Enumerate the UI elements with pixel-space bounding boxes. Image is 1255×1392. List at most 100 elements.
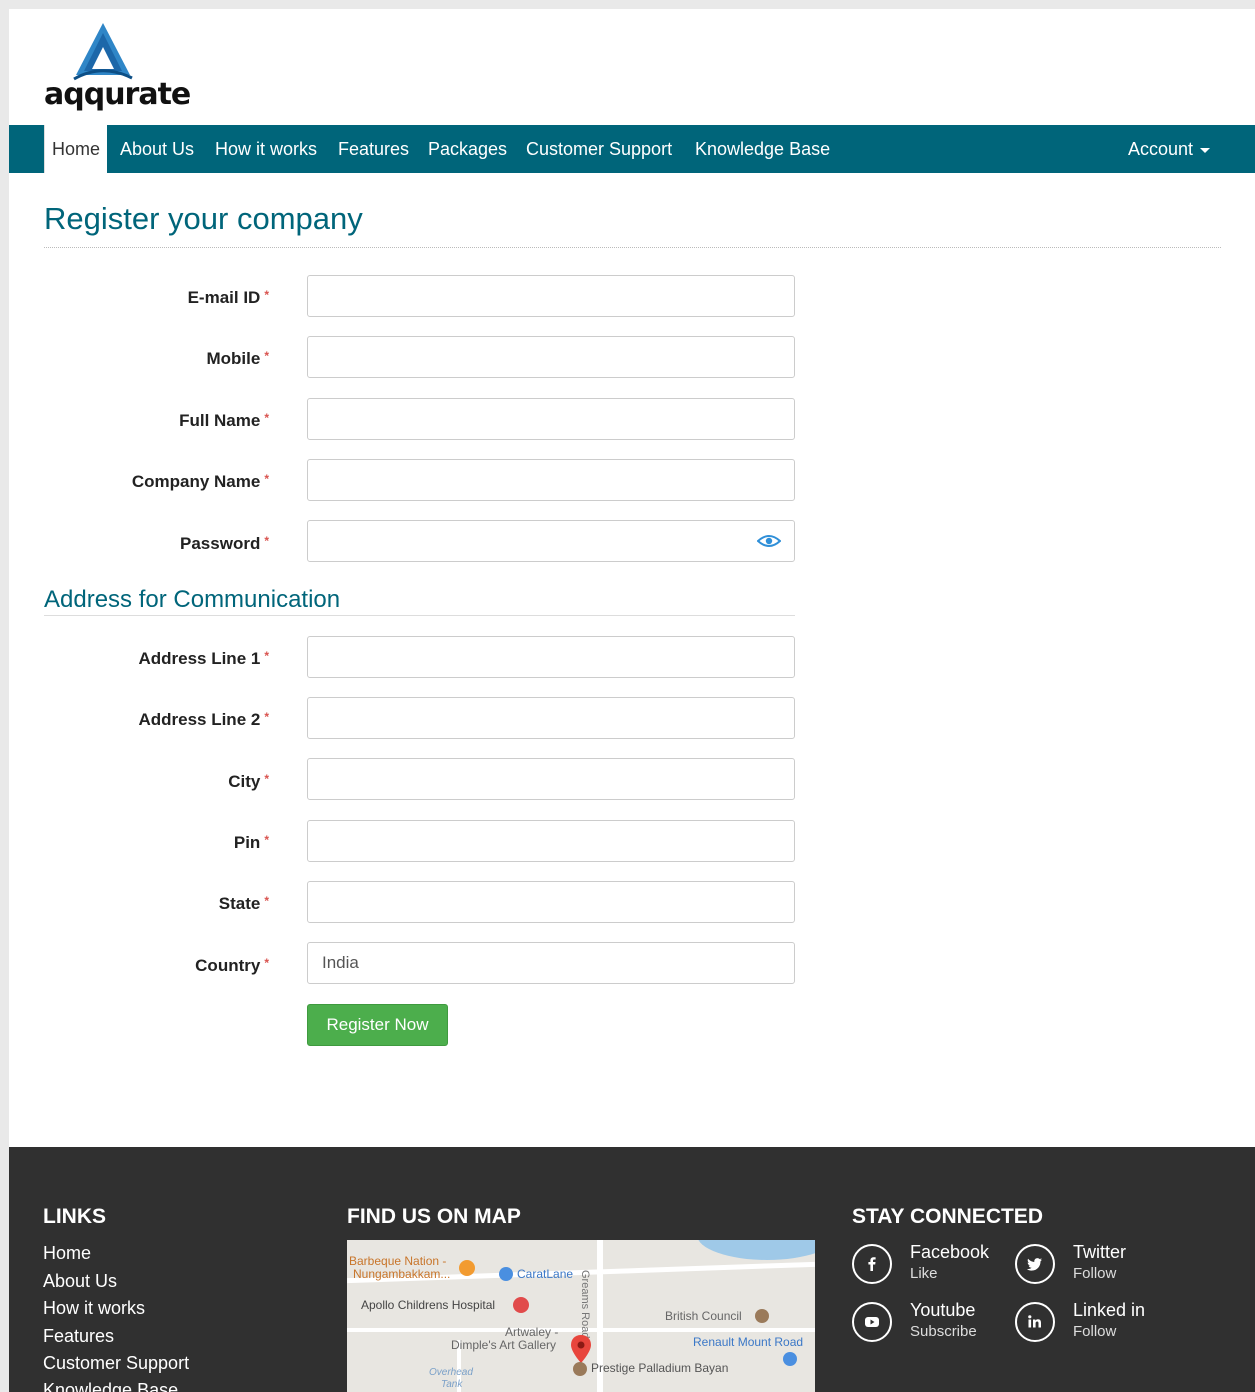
country-input[interactable] [307, 942, 795, 984]
linkedin-icon [1015, 1302, 1055, 1342]
nav-home[interactable]: Home [44, 125, 108, 173]
address-line-2-label: Address Line 2 * [44, 710, 269, 730]
footer-link-features[interactable]: Features [43, 1326, 114, 1347]
twitter-action: Follow [1073, 1265, 1117, 1282]
map-label: British Council [665, 1309, 742, 1323]
required-mark: * [264, 833, 269, 847]
map-heading: FIND US ON MAP [347, 1205, 521, 1228]
map-label: Prestige Palladium Bayan [591, 1361, 729, 1375]
links-heading: LINKS [43, 1205, 106, 1228]
account-label: Account [1128, 139, 1194, 159]
required-mark: * [264, 649, 269, 663]
footer-link-knowledge-base[interactable]: Knowledge Base [43, 1380, 178, 1392]
mobile-label-text: Mobile [206, 349, 261, 368]
footer-link-home[interactable]: Home [43, 1243, 91, 1264]
aqqurate-logo[interactable]: aqqurate [44, 23, 191, 113]
map-label: Nungambakkam... [353, 1267, 451, 1281]
site-footer: LINKS Home About Us How it works Feature… [9, 1147, 1255, 1392]
address-line-1-input[interactable] [307, 636, 795, 678]
nav-about-us[interactable]: About Us [120, 125, 194, 173]
place-pin-icon [573, 1362, 587, 1376]
main-navbar: Home About Us How it works Features Pack… [9, 125, 1255, 173]
twitter-link[interactable]: Twitter Follow [1015, 1242, 1165, 1288]
password-input[interactable] [307, 520, 795, 562]
nav-knowledge-base[interactable]: Knowledge Base [695, 125, 830, 173]
page: aqqurate Home About Us How it works Feat… [9, 9, 1255, 1392]
company-name-label-text: Company Name [131, 472, 261, 491]
full-name-label: Full Name * [44, 411, 269, 431]
city-label: City * [44, 772, 269, 792]
map-label: Artwaley - [505, 1325, 559, 1339]
footer-link-customer-support[interactable]: Customer Support [43, 1353, 189, 1374]
country-label-text: Country [195, 956, 261, 975]
state-label: State * [44, 894, 269, 914]
state-label-text: State [218, 894, 261, 913]
map-label: Barbeque Nation - [349, 1254, 447, 1268]
mobile-label: Mobile * [44, 349, 269, 369]
linkedin-name: Linked in [1073, 1300, 1146, 1320]
required-mark: * [264, 956, 269, 970]
required-mark: * [264, 534, 269, 548]
nav-how-it-works[interactable]: How it works [215, 125, 317, 173]
nav-account-dropdown[interactable]: Account [1128, 125, 1211, 173]
required-mark: * [264, 411, 269, 425]
address-line-1-label-text: Address Line 1 [138, 649, 261, 668]
facebook-name: Facebook [910, 1242, 990, 1262]
map-label: Dimple's Art Gallery [451, 1338, 556, 1352]
required-mark: * [264, 288, 269, 302]
full-name-input[interactable] [307, 398, 795, 440]
city-label-text: City [228, 772, 261, 791]
map-label: CaratLane [517, 1267, 574, 1281]
youtube-icon [852, 1302, 892, 1342]
map-label: Overhead [429, 1367, 473, 1378]
page-title: Register your company [44, 201, 363, 236]
hospital-pin-icon [513, 1297, 529, 1313]
password-label: Password * [44, 534, 269, 554]
pin-label-text: Pin [233, 833, 261, 852]
youtube-action: Subscribe [910, 1323, 977, 1340]
full-name-label-text: Full Name [179, 411, 261, 430]
facebook-action: Like [910, 1265, 938, 1282]
required-mark: * [264, 894, 269, 908]
nav-customer-support[interactable]: Customer Support [526, 125, 672, 173]
address-section-title: Address for Communication [44, 586, 341, 613]
pin-label: Pin * [44, 833, 269, 853]
map-label: Apollo Childrens Hospital [361, 1298, 496, 1312]
caret-down-icon [1200, 147, 1211, 153]
nav-features[interactable]: Features [338, 125, 409, 173]
register-now-button[interactable]: Register Now [307, 1004, 448, 1046]
country-label: Country * [44, 956, 269, 976]
email-input[interactable] [307, 275, 795, 317]
address-line-2-input[interactable] [307, 697, 795, 739]
youtube-name: Youtube [910, 1300, 976, 1320]
location-map[interactable]: Barbeque Nation - Nungambakkam... CaratL… [347, 1240, 815, 1392]
show-password-eye-icon[interactable] [757, 533, 781, 549]
mobile-input[interactable] [307, 336, 795, 378]
city-input[interactable] [307, 758, 795, 800]
facebook-link[interactable]: Facebook Like [852, 1242, 1002, 1288]
password-label-text: Password [180, 534, 261, 553]
footer-link-how-it-works[interactable]: How it works [43, 1298, 145, 1319]
shop-pin-icon [499, 1267, 513, 1281]
required-mark: * [264, 772, 269, 786]
twitter-icon [1015, 1244, 1055, 1284]
email-label: E-mail ID * [44, 288, 269, 308]
youtube-link[interactable]: Youtube Subscribe [852, 1300, 1002, 1346]
facebook-icon [852, 1244, 892, 1284]
logo-text: aqqurate [44, 77, 191, 112]
pin-input[interactable] [307, 820, 795, 862]
required-mark: * [264, 349, 269, 363]
location-marker-icon [571, 1335, 591, 1363]
state-input[interactable] [307, 881, 795, 923]
footer-link-about-us[interactable]: About Us [43, 1271, 117, 1292]
address-line-1-label: Address Line 1 * [44, 649, 269, 669]
stay-connected-heading: STAY CONNECTED [852, 1205, 1043, 1228]
linkedin-link[interactable]: Linked in Follow [1015, 1300, 1175, 1346]
map-water [697, 1240, 815, 1260]
company-name-input[interactable] [307, 459, 795, 501]
map-label: Renault Mount Road [693, 1335, 804, 1349]
nav-packages[interactable]: Packages [428, 125, 507, 173]
shop-pin-icon [783, 1352, 797, 1366]
address-section-divider [44, 615, 795, 616]
required-mark: * [264, 472, 269, 486]
